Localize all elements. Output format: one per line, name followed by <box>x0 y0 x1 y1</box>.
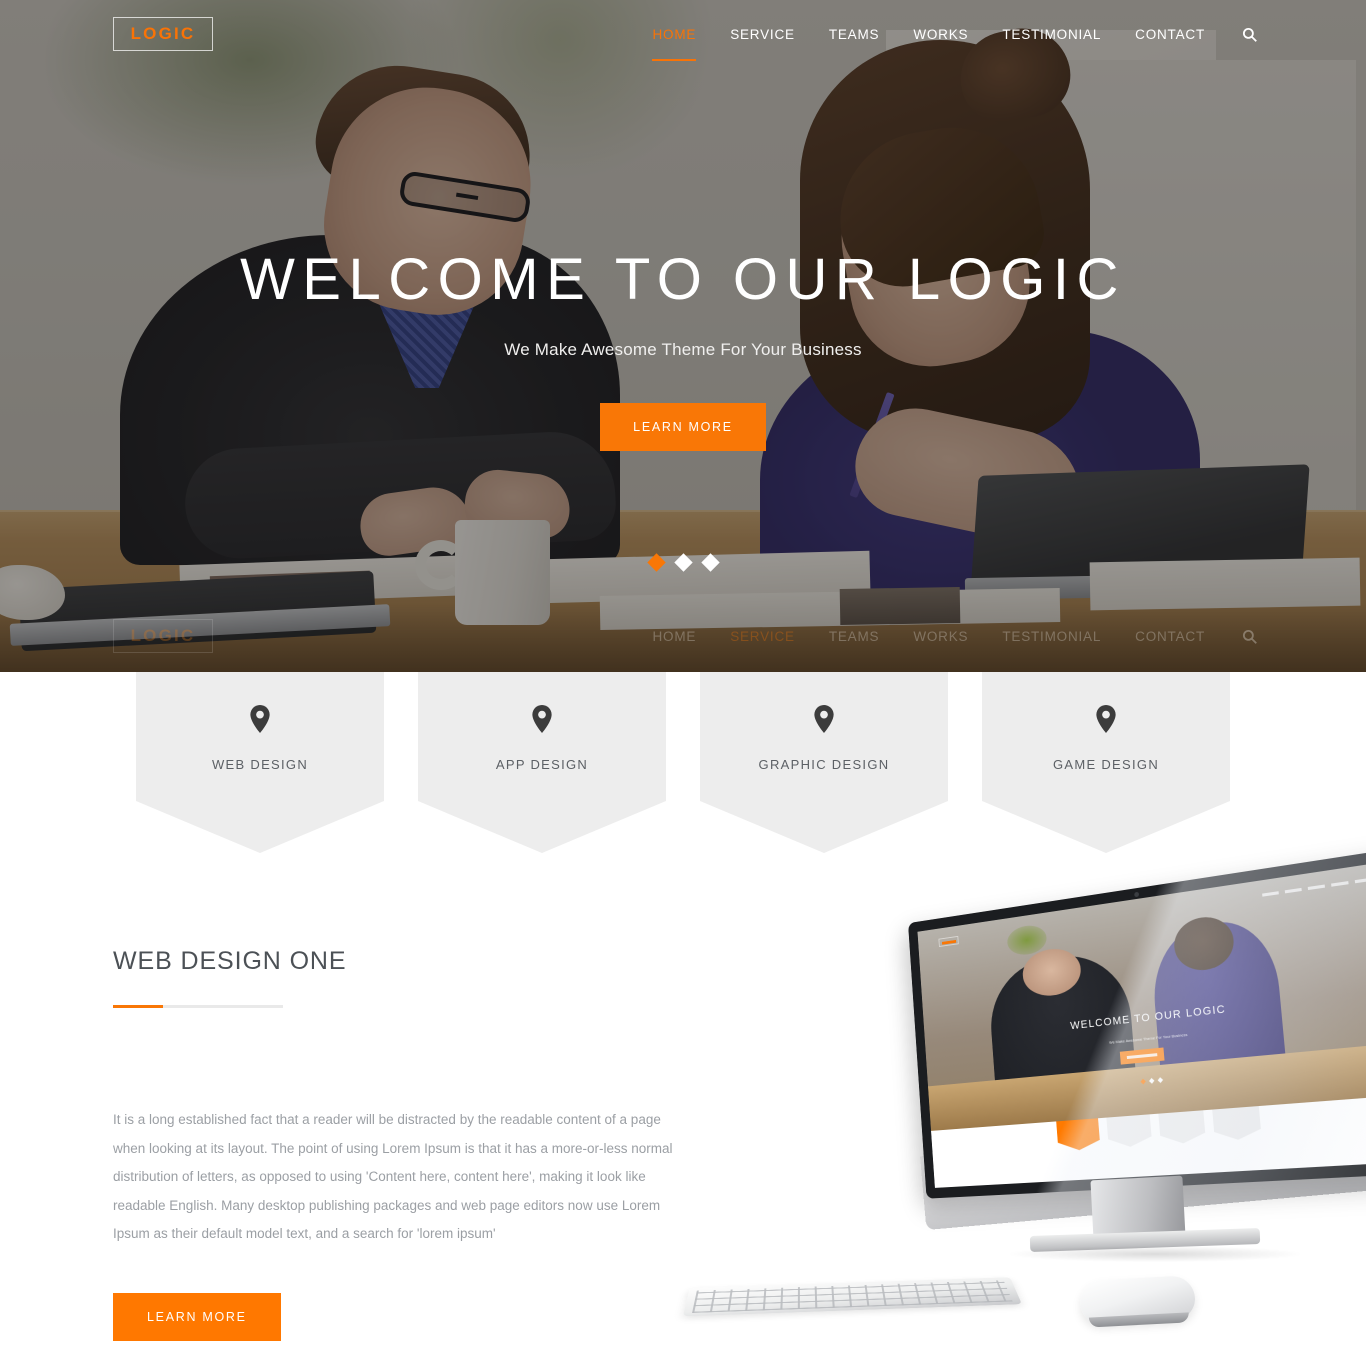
section-learn-more-button[interactable]: LEARN MORE <box>113 1292 281 1341</box>
map-pin-icon <box>1095 705 1117 733</box>
nav-item-works[interactable]: WORKS <box>896 3 985 66</box>
section-title-rule <box>113 1005 283 1008</box>
service-card-label: GAME DESIGN <box>1052 757 1160 772</box>
keyboard <box>683 1277 1022 1317</box>
nav-item-service[interactable]: SERVICE <box>713 3 812 66</box>
map-pin-icon <box>813 705 835 733</box>
service-card-tip <box>136 801 384 853</box>
services-section: WEB DESIGN APP DESIGN GRAPHIC DESIGN GAM… <box>0 672 1366 872</box>
service-card-web-design[interactable]: WEB DESIGN <box>136 672 384 872</box>
service-card-label: APP DESIGN <box>495 757 589 772</box>
imac-screen: WELCOME TO OUR LOGIC We Make Awesome The… <box>908 847 1366 1199</box>
mouse <box>1078 1275 1197 1325</box>
map-pin-icon <box>531 705 553 733</box>
service-card-graphic-design[interactable]: GRAPHIC DESIGN <box>700 672 948 872</box>
site-header: LOGIC HOME SERVICE TEAMS WORKS TESTIMONI… <box>0 0 1366 68</box>
section-title: WEB DESIGN ONE <box>113 947 347 975</box>
service-card-app-design[interactable]: APP DESIGN <box>418 672 666 872</box>
nav-item-testimonial[interactable]: TESTIMONIAL <box>985 3 1118 66</box>
hero-content: WELCOME TO OUR LOGIC We Make Awesome The… <box>0 0 1366 672</box>
hero-subtitle: We Make Awesome Theme For Your Business <box>504 339 862 359</box>
map-pin-icon <box>249 705 271 733</box>
service-card-tip <box>418 801 666 853</box>
service-card-label: GRAPHIC DESIGN <box>758 757 890 772</box>
nav-item-contact[interactable]: CONTACT <box>1118 3 1222 66</box>
nav-item-teams[interactable]: TEAMS <box>812 3 897 66</box>
main-navigation: HOME SERVICE TEAMS WORKS TESTIMONIAL CON… <box>635 3 1263 66</box>
section-paragraph: It is a long established fact that a rea… <box>113 1112 673 1241</box>
webcam-icon <box>1133 891 1139 898</box>
hero-title: WELCOME TO OUR LOGIC <box>240 247 1126 312</box>
service-card-label: WEB DESIGN <box>211 757 309 772</box>
logo-text: LOGIC <box>130 24 196 43</box>
nav-item-home[interactable]: HOME <box>635 3 713 66</box>
section-text-column: WEB DESIGN ONE It is a long established … <box>113 947 688 1341</box>
service-card-tip <box>700 801 948 853</box>
service-card-game-design[interactable]: GAME DESIGN <box>982 672 1230 872</box>
service-card-tip <box>982 801 1230 853</box>
search-icon[interactable] <box>1222 17 1263 52</box>
logo[interactable]: LOGIC <box>113 17 213 51</box>
imac-mockup: WELCOME TO OUR LOGIC We Make Awesome The… <box>680 847 1366 1350</box>
hero-learn-more-button[interactable]: LEARN MORE <box>600 402 766 451</box>
imac-shadow <box>1010 1246 1300 1262</box>
web-design-one-section: WEB DESIGN ONE It is a long established … <box>0 847 1366 1359</box>
hero-section: LOGIC HOME SERVICE TEAMS WORKS TESTIMONI… <box>0 0 1366 672</box>
